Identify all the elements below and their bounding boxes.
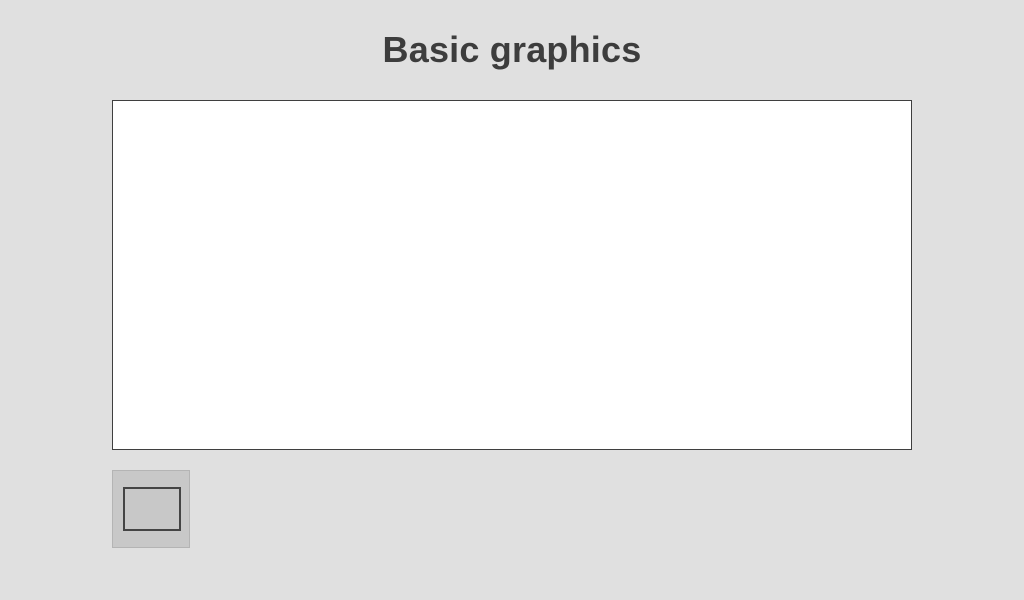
tool-palette [112, 470, 190, 550]
drawing-canvas[interactable] [112, 100, 912, 450]
rectangle-tool-button[interactable] [112, 470, 190, 548]
rectangle-icon [123, 487, 181, 531]
app-window: Basic graphics [0, 0, 1024, 600]
page-title: Basic graphics [382, 29, 642, 70]
